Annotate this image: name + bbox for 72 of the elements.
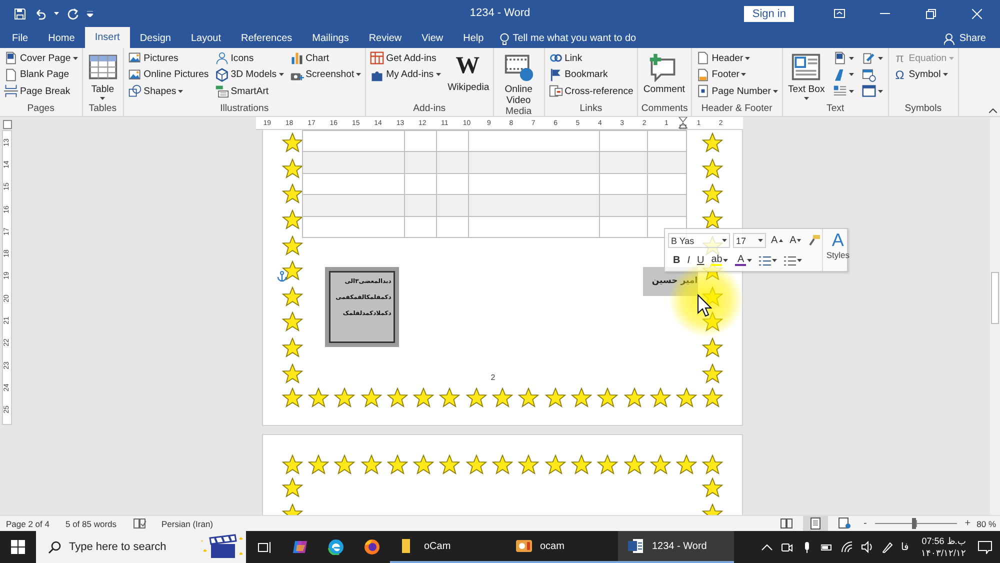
font-field[interactable]: B Yas	[668, 233, 730, 248]
ribbon-button[interactable]: Online Video	[496, 50, 541, 106]
ribbon-button[interactable]: Pictures	[126, 50, 210, 66]
ribbon-tab[interactable]: File	[2, 29, 38, 48]
zoom-in-button[interactable]: +	[962, 518, 973, 529]
input-language[interactable]: فا	[900, 541, 909, 553]
ribbon-button[interactable]: Page Break	[3, 83, 79, 100]
format-button[interactable]: B	[671, 252, 682, 268]
sign-in-button[interactable]: Sign in	[744, 6, 794, 22]
page-count[interactable]: Page 2 of 4	[6, 518, 50, 528]
taskbar-app[interactable]: 1234 - Word	[618, 531, 734, 563]
group-label: Header & Footer	[700, 103, 774, 116]
styles-button[interactable]: A Styles	[822, 229, 852, 271]
ribbon-button[interactable]: Footer	[694, 66, 779, 83]
ribbon-button[interactable]: Page Number	[694, 83, 779, 100]
ribbon-tab[interactable]: Insert	[84, 27, 130, 48]
ribbon-button[interactable]: Bookmark	[548, 66, 634, 83]
group-label: Symbols	[904, 103, 943, 116]
grow-font-button[interactable]: A	[769, 232, 785, 248]
ribbon-tab[interactable]: View	[412, 29, 454, 48]
ribbon-tab[interactable]: Design	[130, 29, 181, 48]
zoom-level[interactable]: 80 %	[976, 518, 996, 528]
share-button[interactable]: Share	[959, 33, 986, 44]
group-label: Pages	[26, 103, 56, 116]
ribbon-button[interactable]: Table	[86, 50, 120, 100]
group-label: Links	[578, 103, 604, 116]
ribbon-button[interactable]: Blank Page	[3, 66, 79, 83]
group-label: Comments	[641, 103, 688, 116]
clock-date[interactable]: ۱۴۰۳/۱۲/۱۲	[920, 547, 966, 559]
format-button[interactable]: U	[695, 252, 706, 268]
group-label: Media	[504, 106, 533, 118]
taskbar-app[interactable]: oCam	[390, 531, 506, 563]
ribbon-button[interactable]: Online Pictures	[126, 66, 210, 83]
tell-me-field[interactable]: Tell me what you want to do	[512, 33, 636, 44]
font-size-field[interactable]: 17	[733, 233, 766, 248]
group-label: Tables	[88, 103, 118, 116]
font-color-button[interactable]: A	[733, 252, 754, 268]
ribbon-button[interactable]: Chart	[288, 50, 362, 66]
ribbon-button[interactable]: Cross-reference	[548, 83, 634, 100]
ribbon-button[interactable]: SmartArt	[214, 83, 285, 100]
ribbon-tab[interactable]: References	[231, 29, 302, 48]
ribbon-tab[interactable]: Review	[358, 29, 412, 48]
ribbon-button[interactable]: My Add-ins	[369, 66, 442, 83]
group-label: Text	[826, 103, 846, 116]
ribbon-tab[interactable]: Home	[38, 29, 85, 48]
ribbon-button[interactable]: Get Add-ins	[369, 50, 442, 66]
ribbon-button[interactable]: Shapes	[126, 83, 210, 100]
group-label: Add-ins	[412, 103, 447, 116]
group-label: Illustrations	[219, 103, 270, 116]
search-field[interactable]: Type here to search	[69, 541, 189, 553]
ribbon-button[interactable]: Link	[548, 50, 634, 66]
clock-time[interactable]: 07:56 ب.ظ	[922, 535, 966, 547]
word-count[interactable]: 5 of 85 words	[65, 518, 117, 528]
ribbon-button[interactable]: Ω Symbol	[892, 66, 955, 83]
page-number: 2	[490, 372, 496, 382]
highlight-button[interactable]: ab	[709, 252, 730, 268]
ribbon-button[interactable]: Text Box	[786, 50, 827, 100]
ribbon-button[interactable]: Icons	[214, 50, 285, 66]
ribbon-button[interactable]: Cover Page	[3, 50, 79, 66]
zoom-out-button[interactable]: -	[861, 518, 869, 529]
language-status[interactable]: Persian (Iran)	[162, 518, 214, 528]
ribbon-button[interactable]: Header	[694, 50, 779, 66]
format-button[interactable]: I	[685, 252, 692, 268]
ribbon-button[interactable]: 3D Models	[214, 66, 285, 83]
shrink-font-button[interactable]: A	[788, 232, 804, 248]
window-title: 1234 - Word	[470, 7, 530, 19]
ribbon-tab[interactable]: Layout	[180, 29, 231, 48]
ribbon-button[interactable]: Comment	[641, 50, 686, 95]
ribbon-button[interactable]: Screenshot	[288, 66, 362, 83]
ribbon-button[interactable]: W Wikipedia	[446, 50, 490, 93]
ribbon-tab[interactable]: Mailings	[302, 29, 359, 48]
ribbon-tab[interactable]: Help	[453, 29, 494, 48]
